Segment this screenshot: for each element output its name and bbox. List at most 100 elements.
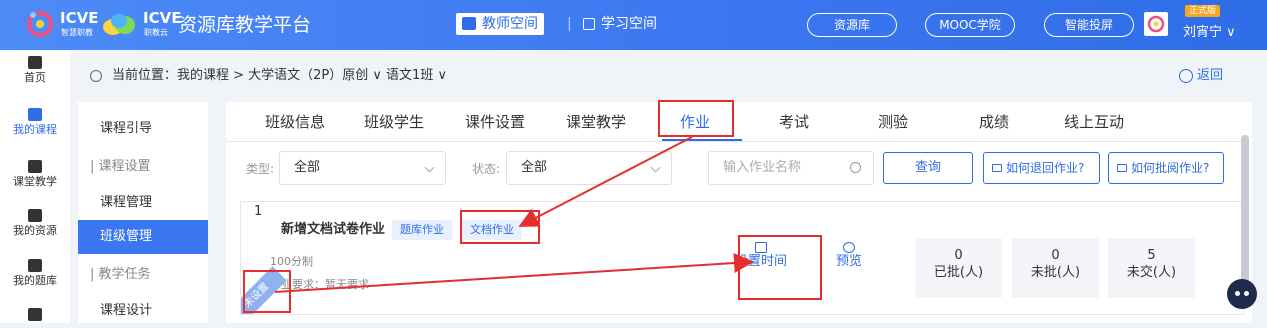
menu-course-guide[interactable]: 课程引导	[78, 112, 208, 146]
tab-grades[interactable]: 成绩	[979, 111, 1009, 133]
help2-label: 如何批阅作业?	[1131, 161, 1210, 175]
set-time-icon	[755, 242, 767, 253]
homework-score-scale: 100分制	[270, 255, 313, 268]
nav-my-courses[interactable]: 我的课程	[0, 108, 70, 136]
logo1-text: ICVE	[60, 9, 99, 27]
nav-my-resources[interactable]: 我的资源	[0, 209, 70, 237]
icve-smart-logo-icon	[27, 11, 53, 37]
classroom-icon	[28, 160, 42, 173]
graded-count[interactable]: 0 已批(人)	[915, 238, 1002, 298]
search-icon	[850, 162, 861, 173]
type-filter-label: 类型:	[246, 162, 275, 176]
home-icon	[28, 56, 42, 69]
tab-separator: |	[567, 16, 572, 32]
how-to-grade-homework-button[interactable]: 如何批阅作业?	[1108, 152, 1224, 184]
teacher-space-icon	[462, 17, 476, 30]
more-icon	[28, 308, 42, 321]
breadcrumb: 当前位置：我的课程 > 大学语文（2P）原创 ∨ 语文1班 ∨ 返回	[70, 50, 1267, 100]
resource-icon	[28, 209, 42, 222]
nav-home[interactable]: 首页	[0, 56, 70, 84]
nav-more[interactable]	[0, 308, 70, 323]
unsubmitted-count[interactable]: 5 未交(人)	[1108, 238, 1195, 298]
chevron-down-icon	[424, 162, 435, 173]
logo2-subtitle: 职教云	[144, 28, 168, 37]
vertical-scrollbar[interactable]	[1241, 135, 1249, 285]
smart-screen-button[interactable]: 智能投屏	[1044, 13, 1134, 37]
left-navigation: 首页 我的课程 课堂教学 我的资源 我的题库	[0, 50, 70, 323]
robot-eye	[1244, 291, 1249, 296]
ungraded-value: 0	[1051, 248, 1060, 263]
teacher-space-tab[interactable]: 教师空间	[456, 13, 544, 35]
release-badge: 正式版	[1185, 5, 1221, 17]
tab-class-info[interactable]: 班级信息	[265, 111, 325, 133]
tab-courseware-settings[interactable]: 课件设置	[465, 111, 525, 133]
eye-icon	[843, 242, 855, 253]
teacher-space-label: 教师空间	[482, 16, 538, 32]
tab-online-interaction[interactable]: 线上互动	[1064, 111, 1124, 133]
course-icon	[28, 108, 42, 121]
nav-my-courses-label: 我的课程	[13, 123, 57, 136]
tab-class-students[interactable]: 班级学生	[364, 111, 424, 133]
resource-library-button[interactable]: 资源库	[807, 13, 897, 37]
study-space-label: 学习空间	[601, 16, 657, 32]
assistant-robot-icon[interactable]	[1227, 279, 1257, 309]
search-placeholder: 输入作业名称	[723, 160, 802, 175]
graded-label: 已批(人)	[933, 265, 984, 280]
nav-classroom-label: 课堂教学	[13, 175, 57, 188]
nav-classroom-teaching[interactable]: 课堂教学	[0, 160, 70, 188]
logo1-subtitle: 智慧职教	[61, 28, 93, 37]
video-icon	[1117, 164, 1127, 172]
tab-classroom-teaching[interactable]: 课堂教学	[566, 111, 626, 133]
set-time-button[interactable]: 设置时间	[735, 242, 787, 271]
app-avatar-icon[interactable]	[1144, 12, 1168, 36]
back-link[interactable]: 返回	[1179, 67, 1223, 85]
location-icon	[90, 70, 102, 82]
study-space-icon	[583, 18, 595, 30]
menu-course-management[interactable]: 课程管理	[78, 186, 208, 220]
graded-value: 0	[954, 248, 963, 263]
user-menu[interactable]: 刘宵宁 ∨	[1183, 24, 1236, 42]
main-panel: 班级信息 班级学生 课件设置 课堂教学 作业 考试 测验 成绩 线上互动 类型:…	[226, 102, 1252, 323]
ungraded-label: 未批(人)	[1030, 265, 1081, 280]
top-header-bar: ICVE 智慧职教 ICVE 职教云 资源库教学平台 教师空间 | 学习空间 资…	[0, 0, 1267, 50]
status-filter-label: 状态:	[472, 162, 501, 176]
homework-index: 1	[254, 204, 263, 219]
unsubmitted-value: 5	[1147, 248, 1156, 263]
type-filter-select[interactable]: 全部	[279, 151, 446, 185]
document-homework-tag: 文档作业	[462, 220, 522, 240]
preview-label: 预览	[836, 254, 863, 269]
menu-class-management[interactable]: 班级管理	[78, 220, 208, 254]
homework-title[interactable]: 新增文档试卷作业	[281, 220, 385, 240]
preview-button[interactable]: 预览	[836, 242, 862, 271]
unsubmitted-label: 未交(人)	[1126, 265, 1177, 280]
status-filter-value: 全部	[521, 160, 548, 175]
query-button[interactable]: 查询	[883, 152, 973, 184]
chevron-down-icon	[650, 162, 661, 173]
menu-section-course-settings: | 课程设置	[90, 159, 151, 174]
set-time-label: 设置时间	[735, 254, 788, 269]
icve-cloud-logo-icon	[103, 14, 135, 35]
active-tab-indicator	[662, 139, 742, 141]
nav-home-label: 首页	[24, 71, 46, 84]
tab-homework[interactable]: 作业	[680, 111, 710, 133]
breadcrumb-text[interactable]: 当前位置：我的课程 > 大学语文（2P）原创 ∨ 语文1班 ∨	[112, 67, 447, 85]
class-tabs: 班级信息 班级学生 课件设置 课堂教学 作业 考试 测验 成绩 线上互动	[226, 102, 1242, 142]
logo2-text: ICVE	[143, 9, 182, 27]
question-bank-icon	[28, 259, 42, 272]
status-filter-select[interactable]: 全部	[506, 151, 672, 185]
mooc-college-button[interactable]: MOOC学院	[925, 13, 1015, 37]
study-space-tab[interactable]: 学习空间	[583, 13, 657, 35]
nav-question-bank[interactable]: 我的题库	[0, 259, 70, 287]
type-filter-value: 全部	[294, 160, 321, 175]
homework-search-input[interactable]: 输入作业名称	[708, 151, 874, 185]
back-label: 返回	[1197, 68, 1224, 83]
robot-eye	[1235, 291, 1240, 296]
video-icon	[992, 164, 1002, 172]
nav-resources-label: 我的资源	[13, 224, 57, 237]
nav-question-bank-label: 我的题库	[13, 274, 57, 287]
ungraded-count[interactable]: 0 未批(人)	[1012, 238, 1099, 298]
tab-quiz[interactable]: 测验	[878, 111, 908, 133]
how-to-return-homework-button[interactable]: 如何退回作业?	[983, 152, 1100, 184]
tab-exam[interactable]: 考试	[779, 111, 809, 133]
question-bank-tag: 题库作业	[392, 220, 452, 240]
